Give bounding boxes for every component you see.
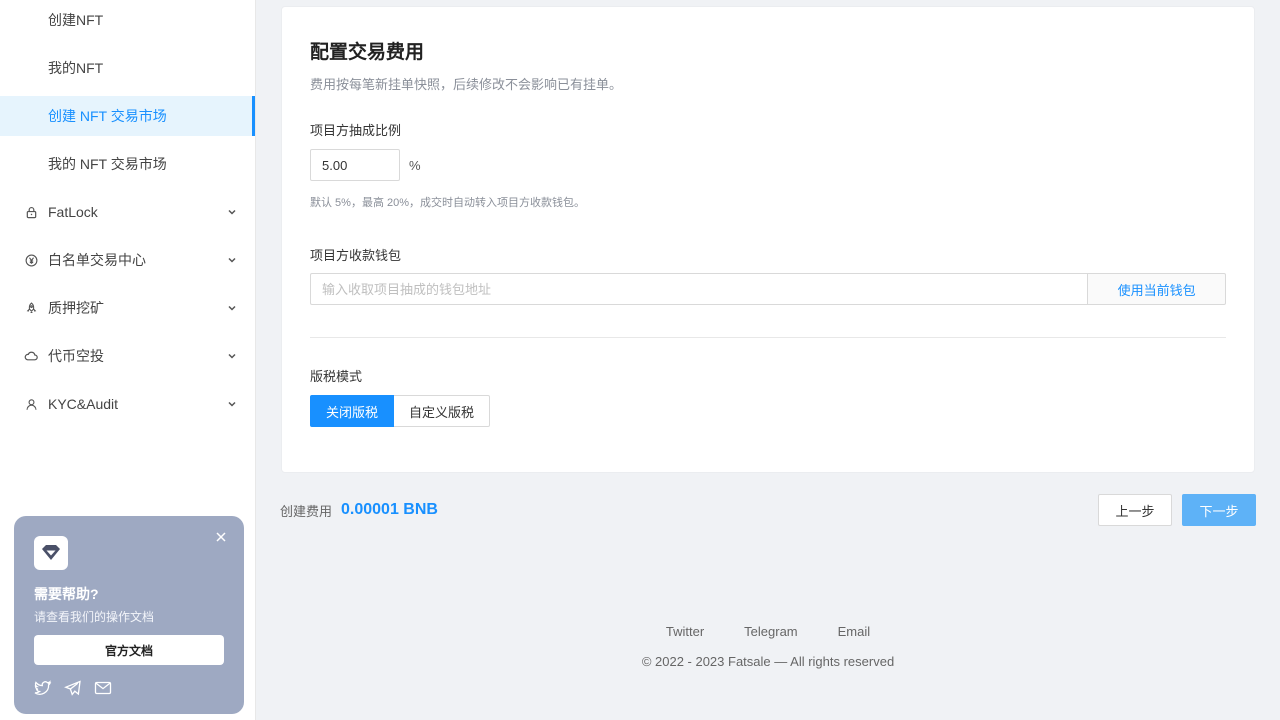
wallet-address-input[interactable]: [310, 273, 1088, 305]
fee-config-card: 配置交易费用 费用按每笔新挂单快照，后续修改不会影响已有挂单。 项目方抽成比例 …: [281, 6, 1255, 473]
sidebar: 创建NFT 我的NFT 创建 NFT 交易市场 我的 NFT 交易市场 FatL…: [0, 0, 256, 720]
copyright: © 2022 - 2023 Fatsale — All rights reser…: [641, 654, 895, 669]
footer-link-email[interactable]: Email: [838, 624, 871, 639]
card-description: 费用按每笔新挂单快照，后续修改不会影响已有挂单。: [310, 77, 623, 92]
project-fee-hint: 默认 5%，最高 20%，成交时自动转入项目方收款钱包。: [310, 197, 586, 209]
footer-link-twitter[interactable]: Twitter: [666, 624, 704, 639]
close-icon[interactable]: [214, 530, 228, 544]
fee-value: 0.00001 BNB: [341, 501, 438, 518]
previous-step-button[interactable]: 上一步: [1098, 494, 1172, 526]
user-icon: [24, 397, 38, 411]
fatsale-logo: [34, 536, 68, 570]
project-fee-input[interactable]: [310, 149, 400, 181]
sidebar-item-my-nft-market[interactable]: 我的 NFT 交易市场: [0, 144, 255, 184]
cloud-icon: [24, 349, 38, 363]
project-fee-label: 项目方抽成比例: [310, 123, 402, 138]
docs-button[interactable]: 官方文档: [34, 635, 224, 665]
divider: [310, 337, 1226, 338]
project-fee-row: %: [310, 149, 1226, 181]
help-title: 需要帮助?: [34, 586, 99, 602]
sidebar-group-whitelist[interactable]: 白名单交易中心: [0, 240, 255, 280]
chevron-down-icon: [227, 351, 237, 361]
lock-icon: [24, 205, 38, 219]
royalty-mode-label: 版税模式: [310, 369, 363, 384]
royalty-off-option[interactable]: 关闭版税: [310, 395, 395, 427]
rocket-icon: [24, 301, 38, 315]
sidebar-item-label: 我的NFT: [48, 60, 104, 76]
wallet-row: 使用当前钱包: [310, 273, 1226, 305]
sidebar-group-kyc-audit[interactable]: KYC&Audit: [0, 384, 255, 424]
sidebar-group-airdrop[interactable]: 代币空投: [0, 336, 255, 376]
sidebar-group-label: FatLock: [48, 204, 98, 220]
help-card: 需要帮助? 请查看我们的操作文档 官方文档: [14, 516, 244, 714]
sidebar-group-label: 代币空投: [48, 348, 104, 364]
royalty-mode-toggle: 关闭版税 自定义版税: [310, 395, 1226, 427]
sidebar-group-staking[interactable]: 质押挖矿: [0, 288, 255, 328]
sidebar-item-my-nft[interactable]: 我的NFT: [0, 48, 255, 88]
footer-link-telegram[interactable]: Telegram: [744, 624, 797, 639]
sidebar-item-label: 我的 NFT 交易市场: [48, 156, 167, 172]
mail-icon[interactable]: [94, 679, 112, 697]
next-step-button[interactable]: 下一步: [1182, 494, 1256, 526]
card-title: 配置交易费用: [310, 42, 425, 63]
fee-label: 创建费用: [280, 503, 333, 519]
chevron-down-icon: [227, 255, 237, 265]
help-subtitle: 请查看我们的操作文档: [34, 610, 155, 624]
sidebar-group-label: KYC&Audit: [48, 396, 119, 412]
footer-links: Twitter Telegram Email: [256, 624, 1280, 639]
chevron-down-icon: [227, 303, 237, 313]
sidebar-item-label: 创建 NFT 交易市场: [48, 108, 167, 124]
sidebar-item-create-nft-market[interactable]: 创建 NFT 交易市场: [0, 96, 255, 136]
sidebar-item-create-nft[interactable]: 创建NFT: [0, 0, 255, 40]
yen-circle-icon: [24, 253, 38, 267]
twitter-icon[interactable]: [34, 679, 52, 697]
chevron-down-icon: [227, 399, 237, 409]
telegram-icon[interactable]: [64, 679, 82, 697]
creation-fee: 创建费用 0.00001 BNB: [280, 498, 438, 522]
sidebar-group-label: 白名单交易中心: [48, 252, 146, 268]
sidebar-item-label: 创建NFT: [48, 12, 104, 28]
percent-unit: %: [409, 157, 421, 173]
royalty-custom-option[interactable]: 自定义版税: [394, 395, 491, 427]
chevron-down-icon: [227, 207, 237, 217]
use-current-wallet-button[interactable]: 使用当前钱包: [1087, 273, 1226, 305]
wallet-label: 项目方收款钱包: [310, 248, 402, 263]
sidebar-group-fatlock[interactable]: FatLock: [0, 192, 255, 232]
sidebar-group-label: 质押挖矿: [48, 300, 104, 316]
help-socials: [34, 679, 224, 697]
